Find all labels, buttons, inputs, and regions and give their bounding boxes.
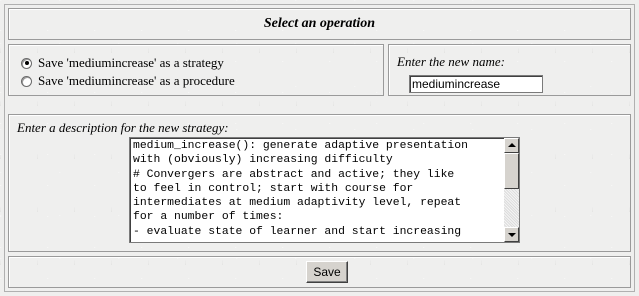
actions-panel: Save — [8, 256, 631, 288]
save-button[interactable]: Save — [306, 261, 348, 283]
radio-strategy[interactable] — [21, 57, 32, 69]
description-textarea[interactable]: medium_increase(): generate adaptive pre… — [129, 137, 520, 243]
arrow-down-icon — [508, 233, 516, 237]
name-panel: Enter the new name: mediumincrease — [388, 44, 631, 96]
option-procedure-label: Save 'mediumincrease' as a procedure — [38, 73, 235, 88]
header-panel: Select an operation — [8, 8, 631, 40]
option-procedure[interactable]: Save 'mediumincrease' as a procedure — [21, 73, 235, 89]
scroll-up-button[interactable] — [504, 138, 519, 153]
scroll-thumb[interactable] — [504, 153, 519, 189]
description-panel: Enter a description for the new strategy… — [8, 114, 631, 252]
option-strategy-label: Save 'mediumincrease' as a strategy — [38, 55, 224, 70]
description-text[interactable]: medium_increase(): generate adaptive pre… — [133, 139, 503, 241]
page-title: Select an operation — [263, 16, 376, 31]
description-label: Enter a description for the new strategy… — [17, 120, 229, 135]
name-label: Enter the new name: — [397, 54, 505, 69]
scroll-down-button[interactable] — [504, 227, 519, 242]
name-input[interactable]: mediumincrease — [409, 75, 543, 93]
description-scrollbar[interactable] — [504, 138, 519, 242]
option-strategy[interactable]: Save 'mediumincrease' as a strategy — [21, 55, 224, 71]
arrow-up-icon — [508, 143, 516, 147]
radio-procedure[interactable] — [21, 75, 32, 87]
operation-options-panel: Save 'mediumincrease' as a strategy Save… — [8, 44, 384, 96]
